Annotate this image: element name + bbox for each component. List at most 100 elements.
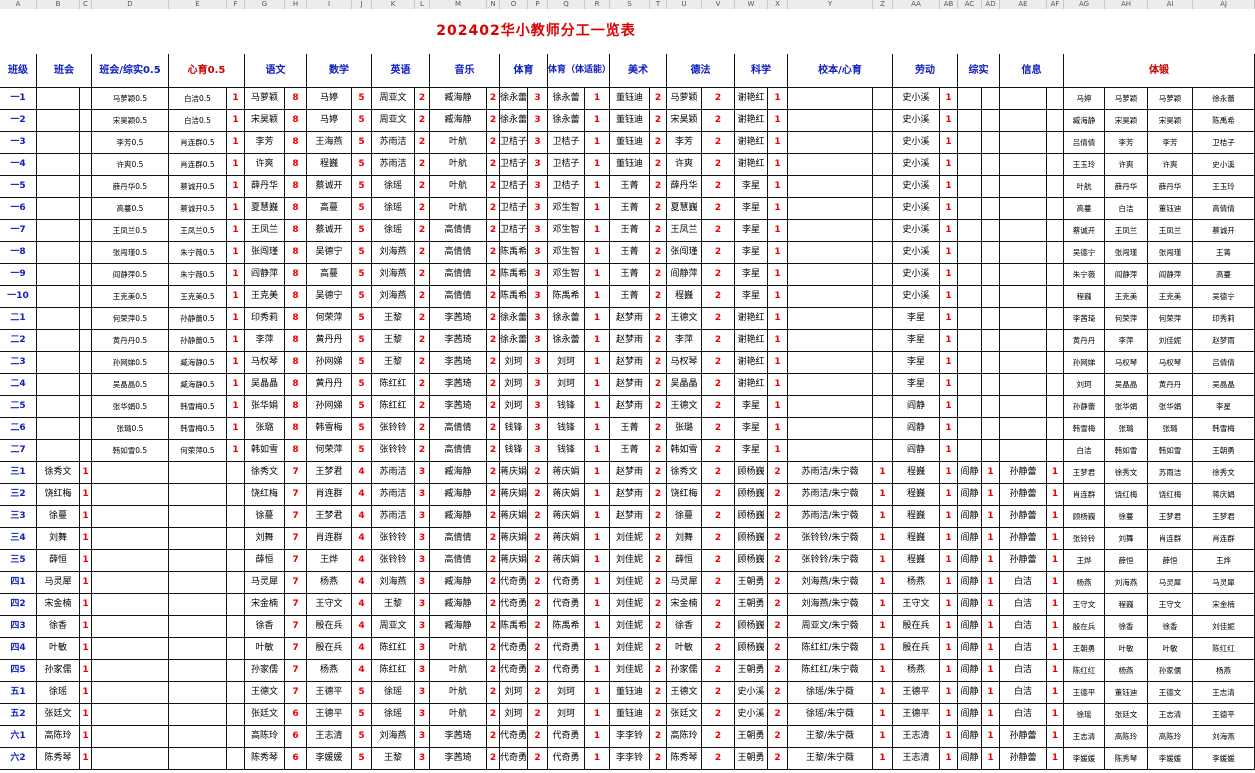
table-cell[interactable]: 1 xyxy=(940,396,958,418)
table-cell[interactable]: 吕倩倩 xyxy=(1193,352,1255,374)
table-cell[interactable]: 王克美0.5 xyxy=(169,286,227,308)
table-cell[interactable]: 徐永蕾 xyxy=(500,88,528,110)
table-cell[interactable]: 臧海静 xyxy=(430,594,487,616)
table-cell[interactable]: 王菁 xyxy=(610,440,650,462)
table-cell[interactable]: 饶红梅 xyxy=(1105,484,1148,506)
table-cell[interactable]: 王朝勇 xyxy=(735,572,768,594)
table-cell[interactable]: 2 xyxy=(415,176,430,198)
table-cell[interactable]: 1 xyxy=(768,198,788,220)
table-cell[interactable]: 阎静 xyxy=(958,616,982,638)
table-cell[interactable]: 臧海静 xyxy=(1064,110,1105,132)
table-cell[interactable]: 3 xyxy=(528,132,548,154)
table-cell[interactable]: 高倩倩 xyxy=(1193,198,1255,220)
table-cell[interactable] xyxy=(958,110,982,132)
table-cell[interactable]: 2 xyxy=(650,418,667,440)
table-cell[interactable]: 叶航 xyxy=(430,682,487,704)
table-cell[interactable]: 阎静 xyxy=(958,484,982,506)
table-cell[interactable]: 韩雪梅 xyxy=(1064,418,1105,440)
table-cell[interactable]: 7 xyxy=(285,682,307,704)
table-cell[interactable]: 2 xyxy=(487,198,500,220)
table-cell[interactable]: 2 xyxy=(415,374,430,396)
table-cell[interactable] xyxy=(982,198,1000,220)
table-cell[interactable]: 3 xyxy=(415,550,430,572)
table-cell[interactable] xyxy=(958,88,982,110)
table-cell[interactable]: 徐秀文 xyxy=(245,462,285,484)
table-cell[interactable]: 1 xyxy=(873,726,893,748)
table-cell[interactable]: 顾杨巍 xyxy=(735,550,768,572)
table-cell[interactable]: 李芳 xyxy=(1148,132,1193,154)
table-cell[interactable]: 刘珂 xyxy=(500,682,528,704)
table-cell[interactable]: 2 xyxy=(702,132,735,154)
table-cell[interactable] xyxy=(1047,242,1064,264)
table-cell[interactable]: 1 xyxy=(768,154,788,176)
table-cell[interactable]: 1 xyxy=(940,352,958,374)
table-cell[interactable]: 薛恒 xyxy=(1148,550,1193,572)
table-cell[interactable]: 史小溪 xyxy=(893,242,940,264)
table-cell[interactable]: 张闯瑾 xyxy=(667,242,702,264)
table-cell[interactable]: 张廷文 xyxy=(1105,704,1148,726)
table-cell[interactable] xyxy=(169,528,227,550)
table-cell[interactable]: 白洁 xyxy=(1000,616,1047,638)
table-cell[interactable]: 2 xyxy=(487,484,500,506)
table-cell[interactable]: 2 xyxy=(487,638,500,660)
table-cell[interactable]: 何荣萍 xyxy=(1148,308,1193,330)
table-cell[interactable]: 史小溪 xyxy=(735,704,768,726)
table-cell[interactable]: 王凤兰0.5 xyxy=(169,220,227,242)
row-label[interactable]: 一10 xyxy=(0,286,37,308)
table-cell[interactable]: 王梦君 xyxy=(1193,506,1255,528)
table-cell[interactable]: 1 xyxy=(982,550,1000,572)
row-label[interactable]: 二2 xyxy=(0,330,37,352)
table-cell[interactable]: 史小溪 xyxy=(893,286,940,308)
table-cell[interactable]: 徐香 xyxy=(245,616,285,638)
table-cell[interactable]: 张铃铃 xyxy=(372,550,415,572)
table-cell[interactable]: 2 xyxy=(528,462,548,484)
table-cell[interactable]: 1 xyxy=(585,88,610,110)
table-cell[interactable] xyxy=(1047,198,1064,220)
table-cell[interactable]: 2 xyxy=(415,352,430,374)
table-cell[interactable] xyxy=(169,726,227,748)
row-label[interactable]: 一5 xyxy=(0,176,37,198)
table-cell[interactable]: 宋昊颖 xyxy=(245,110,285,132)
table-cell[interactable]: 孙静蕾 xyxy=(1000,506,1047,528)
row-label[interactable]: 四4 xyxy=(0,638,37,660)
table-cell[interactable]: 1 xyxy=(1047,704,1064,726)
table-cell[interactable]: 1 xyxy=(1047,484,1064,506)
table-cell[interactable]: 王志清 xyxy=(307,726,352,748)
table-cell[interactable]: 臧海静0.5 xyxy=(169,374,227,396)
table-cell[interactable] xyxy=(788,352,873,374)
table-cell[interactable]: 2 xyxy=(528,704,548,726)
table-cell[interactable] xyxy=(982,176,1000,198)
table-cell[interactable] xyxy=(982,88,1000,110)
table-cell[interactable]: 孙家儒 xyxy=(1148,660,1193,682)
table-cell[interactable]: 8 xyxy=(285,198,307,220)
table-cell[interactable]: 蒋庆娟 xyxy=(548,506,585,528)
table-cell[interactable]: 赵梦雨 xyxy=(610,462,650,484)
table-cell[interactable]: 1 xyxy=(80,704,92,726)
table-cell[interactable]: 何荣萍 xyxy=(1105,308,1148,330)
table-cell[interactable]: 刘海燕 xyxy=(372,286,415,308)
table-cell[interactable]: 白洁 xyxy=(1000,660,1047,682)
table-cell[interactable]: 高陈玲 xyxy=(37,726,80,748)
table-cell[interactable] xyxy=(1000,88,1047,110)
table-cell[interactable]: 王黎 xyxy=(372,748,415,770)
table-cell[interactable]: 1 xyxy=(873,616,893,638)
table-cell[interactable]: 马灵犀 xyxy=(245,572,285,594)
table-cell[interactable]: 赵梦雨 xyxy=(610,396,650,418)
table-cell[interactable] xyxy=(80,286,92,308)
table-cell[interactable]: 王朝勇 xyxy=(735,660,768,682)
table-cell[interactable]: 2 xyxy=(702,396,735,418)
table-cell[interactable]: 许爽 xyxy=(245,154,285,176)
table-cell[interactable]: 3 xyxy=(528,88,548,110)
table-cell[interactable]: 1 xyxy=(940,748,958,770)
table-cell[interactable] xyxy=(1047,352,1064,374)
row-label[interactable]: 六2 xyxy=(0,748,37,770)
table-cell[interactable]: 卫桔子 xyxy=(500,154,528,176)
table-cell[interactable]: 程巍 xyxy=(1105,594,1148,616)
table-cell[interactable]: 马萝颖 xyxy=(245,88,285,110)
table-cell[interactable]: 李茜琦 xyxy=(430,308,487,330)
table-cell[interactable]: 卫桔子 xyxy=(500,176,528,198)
table-cell[interactable]: 1 xyxy=(982,726,1000,748)
table-cell[interactable]: 史小溪 xyxy=(1193,154,1255,176)
table-cell[interactable] xyxy=(37,132,80,154)
table-cell[interactable]: 王德平 xyxy=(1193,704,1255,726)
